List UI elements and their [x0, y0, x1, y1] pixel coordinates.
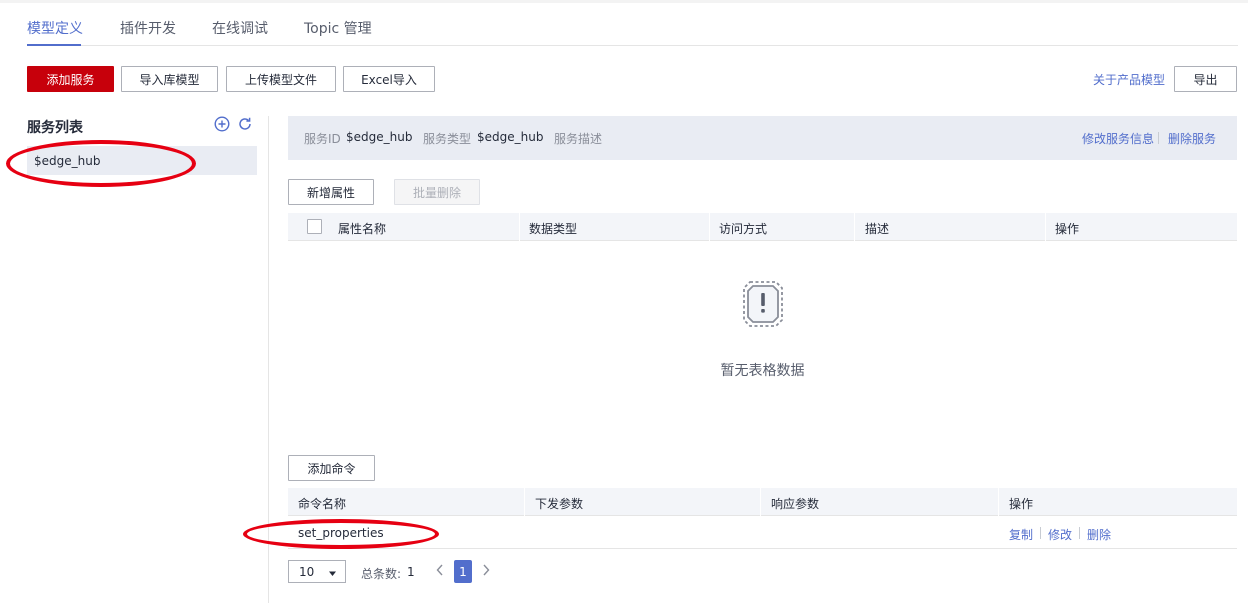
- service-id-value: $edge_hub: [346, 130, 413, 144]
- add-circle-icon[interactable]: [214, 116, 230, 132]
- refresh-icon[interactable]: [237, 116, 253, 132]
- column-divider: [760, 488, 761, 516]
- edit-command-link[interactable]: 修改: [1048, 526, 1072, 543]
- caret-down-icon: [328, 567, 337, 576]
- property-table-header: 属性名称 数据类型 访问方式 描述 操作: [288, 213, 1237, 241]
- tab-topic-management[interactable]: Topic 管理: [304, 18, 372, 38]
- empty-data-icon: [736, 277, 790, 331]
- add-property-button[interactable]: 新增属性: [288, 179, 374, 205]
- delete-command-link[interactable]: 删除: [1087, 526, 1111, 543]
- command-table-header: 命令名称 下发参数 响应参数 操作: [288, 488, 1237, 516]
- tab-online-debugging[interactable]: 在线调试: [212, 18, 268, 38]
- link-separator: [1158, 132, 1159, 144]
- service-id-label: 服务ID: [304, 132, 341, 146]
- edit-service-info-link[interactable]: 修改服务信息: [1082, 130, 1154, 147]
- add-command-button[interactable]: 添加命令: [288, 455, 375, 481]
- link-separator: [1079, 527, 1080, 539]
- batch-delete-button: 批量删除: [394, 179, 480, 205]
- column-divider: [998, 488, 999, 516]
- export-button[interactable]: 导出: [1174, 66, 1237, 92]
- service-info-bar: 服务ID $edge_hub 服务类型 $edge_hub 服务描述 修改服务信…: [288, 116, 1237, 160]
- service-list-title: 服务列表: [27, 120, 83, 136]
- annotation-ellipse-service: [6, 140, 196, 187]
- excel-import-button[interactable]: Excel导入: [343, 66, 435, 92]
- column-divider: [854, 213, 855, 241]
- chevron-right-icon[interactable]: [481, 563, 491, 581]
- copy-command-link[interactable]: 复制: [1009, 526, 1033, 543]
- annotation-ellipse-command: [243, 519, 439, 549]
- total-count-value: 1: [407, 565, 415, 579]
- product-model-page: 模型定义 插件开发 在线调试 Topic 管理 添加服务 导入库模型 上传模型文…: [0, 0, 1248, 603]
- service-type-value: $edge_hub: [477, 130, 544, 144]
- column-header-actions: 操作: [1009, 497, 1034, 511]
- tab-bar: 模型定义 插件开发 在线调试 Topic 管理: [27, 4, 1238, 46]
- page-size-value: 10: [299, 565, 315, 579]
- add-service-button[interactable]: 添加服务: [27, 66, 114, 92]
- column-divider: [519, 213, 520, 241]
- column-header-response-params: 响应参数: [771, 497, 820, 511]
- active-tab-indicator: [27, 44, 81, 46]
- about-product-model-link[interactable]: 关于产品模型: [1093, 71, 1165, 88]
- column-divider: [709, 213, 710, 241]
- column-header-downlink-params: 下发参数: [535, 497, 584, 511]
- column-header-actions: 操作: [1055, 222, 1080, 236]
- delete-service-link[interactable]: 删除服务: [1168, 130, 1216, 147]
- column-header-data-type: 数据类型: [529, 222, 578, 236]
- upload-model-file-button[interactable]: 上传模型文件: [226, 66, 336, 92]
- column-header-property-name: 属性名称: [338, 222, 387, 236]
- property-table-empty-state: 暂无表格数据: [288, 242, 1237, 432]
- tab-model-definition[interactable]: 模型定义: [27, 18, 83, 38]
- chevron-left-icon[interactable]: [435, 563, 445, 581]
- total-count-label: 总条数:: [361, 567, 402, 581]
- column-divider: [1045, 213, 1046, 241]
- page-number-current[interactable]: 1: [454, 560, 472, 583]
- service-description-label: 服务描述: [554, 132, 603, 146]
- top-border: [0, 0, 1248, 3]
- link-separator: [1040, 527, 1041, 539]
- service-type-label: 服务类型: [423, 132, 472, 146]
- column-header-description: 描述: [865, 222, 890, 236]
- empty-table-text: 暂无表格数据: [720, 363, 805, 379]
- import-library-model-button[interactable]: 导入库模型: [121, 66, 218, 92]
- tab-plugin-development[interactable]: 插件开发: [120, 18, 176, 38]
- column-divider: [524, 488, 525, 516]
- page-size-select[interactable]: 10: [288, 560, 346, 583]
- column-header-command-name: 命令名称: [298, 497, 347, 511]
- select-all-checkbox[interactable]: [307, 219, 322, 234]
- column-header-access-mode: 访问方式: [719, 222, 768, 236]
